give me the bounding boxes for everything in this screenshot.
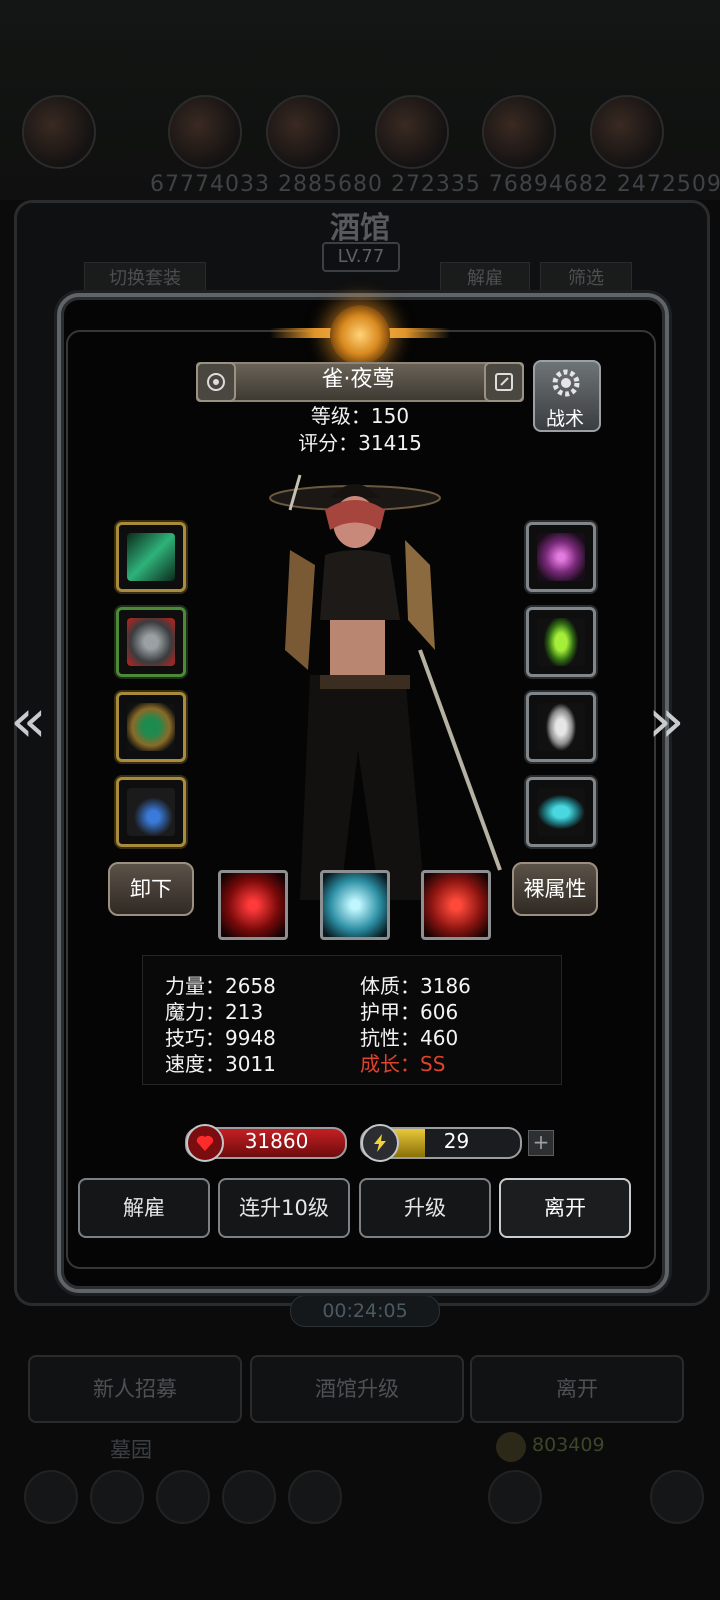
- energy-value: 29: [443, 1129, 470, 1153]
- armor-slot[interactable]: [116, 607, 186, 677]
- graveyard-label[interactable]: 墓园: [110, 1434, 152, 1464]
- menu-icon[interactable]: [90, 1470, 144, 1524]
- tavern-level: LV.77: [322, 242, 400, 272]
- stone-slot[interactable]: [526, 777, 596, 847]
- dismiss-tab[interactable]: 解雇: [440, 262, 530, 296]
- hero-score: 评分：31415: [298, 431, 422, 455]
- tavern-leave-button[interactable]: 离开: [470, 1355, 684, 1423]
- raw-attributes-button[interactable]: 裸属性: [512, 862, 598, 916]
- skill-stat: 技巧：9948: [165, 1026, 276, 1050]
- level-up-10-button[interactable]: 连升10级: [218, 1178, 350, 1238]
- next-hero-arrow-icon[interactable]: »: [648, 686, 685, 756]
- menu-icon[interactable]: [24, 1470, 78, 1524]
- recruit-timer: 00:24:05: [290, 1295, 440, 1327]
- tavern-title: 酒馆: [330, 211, 390, 246]
- resource-icon: [375, 95, 449, 169]
- hp-value: 31860: [244, 1129, 309, 1153]
- menu-icon[interactable]: [288, 1470, 342, 1524]
- dismiss-button[interactable]: 解雇: [78, 1178, 210, 1238]
- resource-icon: [590, 95, 664, 169]
- chain-mail-icon: [537, 703, 585, 751]
- purple-aura-icon: [537, 533, 585, 581]
- menu-icon[interactable]: [156, 1470, 210, 1524]
- pendant-necklace-icon: [127, 788, 175, 836]
- ring-slot[interactable]: [116, 692, 186, 762]
- lightning-icon: [361, 1124, 399, 1162]
- red-blade-skill-icon[interactable]: [421, 870, 491, 940]
- gold-coin-icon: [496, 1432, 526, 1462]
- tactics-label: 战术: [545, 408, 584, 430]
- constitution-stat: 体质：3186: [360, 974, 471, 998]
- resource-counters: 67774033 2885680 272335 76894682 2472509: [150, 172, 720, 197]
- resource-icon: [482, 95, 556, 169]
- emerald-ring-icon: [127, 703, 175, 751]
- level-up-button[interactable]: 升级: [359, 1178, 491, 1238]
- armor-stat: 护甲：606: [360, 1000, 459, 1024]
- menu-icon[interactable]: [488, 1470, 542, 1524]
- leave-button[interactable]: 离开: [499, 1178, 631, 1238]
- add-icon[interactable]: [650, 1470, 704, 1524]
- tavern-upgrade-button[interactable]: 酒馆升级: [250, 1355, 464, 1423]
- strength-stat: 力量：2658: [165, 974, 276, 998]
- hero-name: 雀·夜莺: [321, 367, 395, 392]
- menu-icon[interactable]: [222, 1470, 276, 1524]
- cyan-whirl-skill-icon[interactable]: [320, 870, 390, 940]
- growth-stat: 成长：SS: [360, 1052, 446, 1076]
- green-crystal-icon: [537, 618, 585, 666]
- red-slash-skill-icon[interactable]: [218, 870, 288, 940]
- filter-tab[interactable]: 筛选: [540, 262, 632, 296]
- avatar-icon: [22, 95, 96, 169]
- resistance-stat: 抗性：460: [360, 1026, 459, 1050]
- weapon-slot[interactable]: [116, 522, 186, 592]
- resource-icon: [168, 95, 242, 169]
- unequip-button[interactable]: 卸下: [108, 862, 194, 916]
- spiked-armor-icon: [127, 618, 175, 666]
- sun-emblem-icon: [330, 305, 390, 365]
- chain-mail-slot[interactable]: [526, 692, 596, 762]
- gear-icon: [552, 369, 580, 397]
- previous-hero-arrow-icon[interactable]: «: [10, 686, 47, 756]
- add-energy-plus-icon[interactable]: +: [528, 1130, 554, 1156]
- gem-slot[interactable]: [526, 607, 596, 677]
- speed-stat: 速度：3011: [165, 1052, 276, 1076]
- hero-level: 等级：150: [310, 404, 410, 428]
- accessory-slot[interactable]: [526, 522, 596, 592]
- switch-set-tab[interactable]: 切换套装: [84, 262, 206, 296]
- cyan-gem-icon: [537, 788, 585, 836]
- magic-stat: 魔力：213: [165, 1000, 264, 1024]
- badge-icon[interactable]: [196, 362, 236, 402]
- resource-icon: [266, 95, 340, 169]
- necklace-slot[interactable]: [116, 777, 186, 847]
- recruit-button[interactable]: 新人招募: [28, 1355, 242, 1423]
- gold-amount: 803409: [532, 1434, 605, 1456]
- blade-weapon-icon: [127, 533, 175, 581]
- rename-edit-icon[interactable]: [484, 362, 524, 402]
